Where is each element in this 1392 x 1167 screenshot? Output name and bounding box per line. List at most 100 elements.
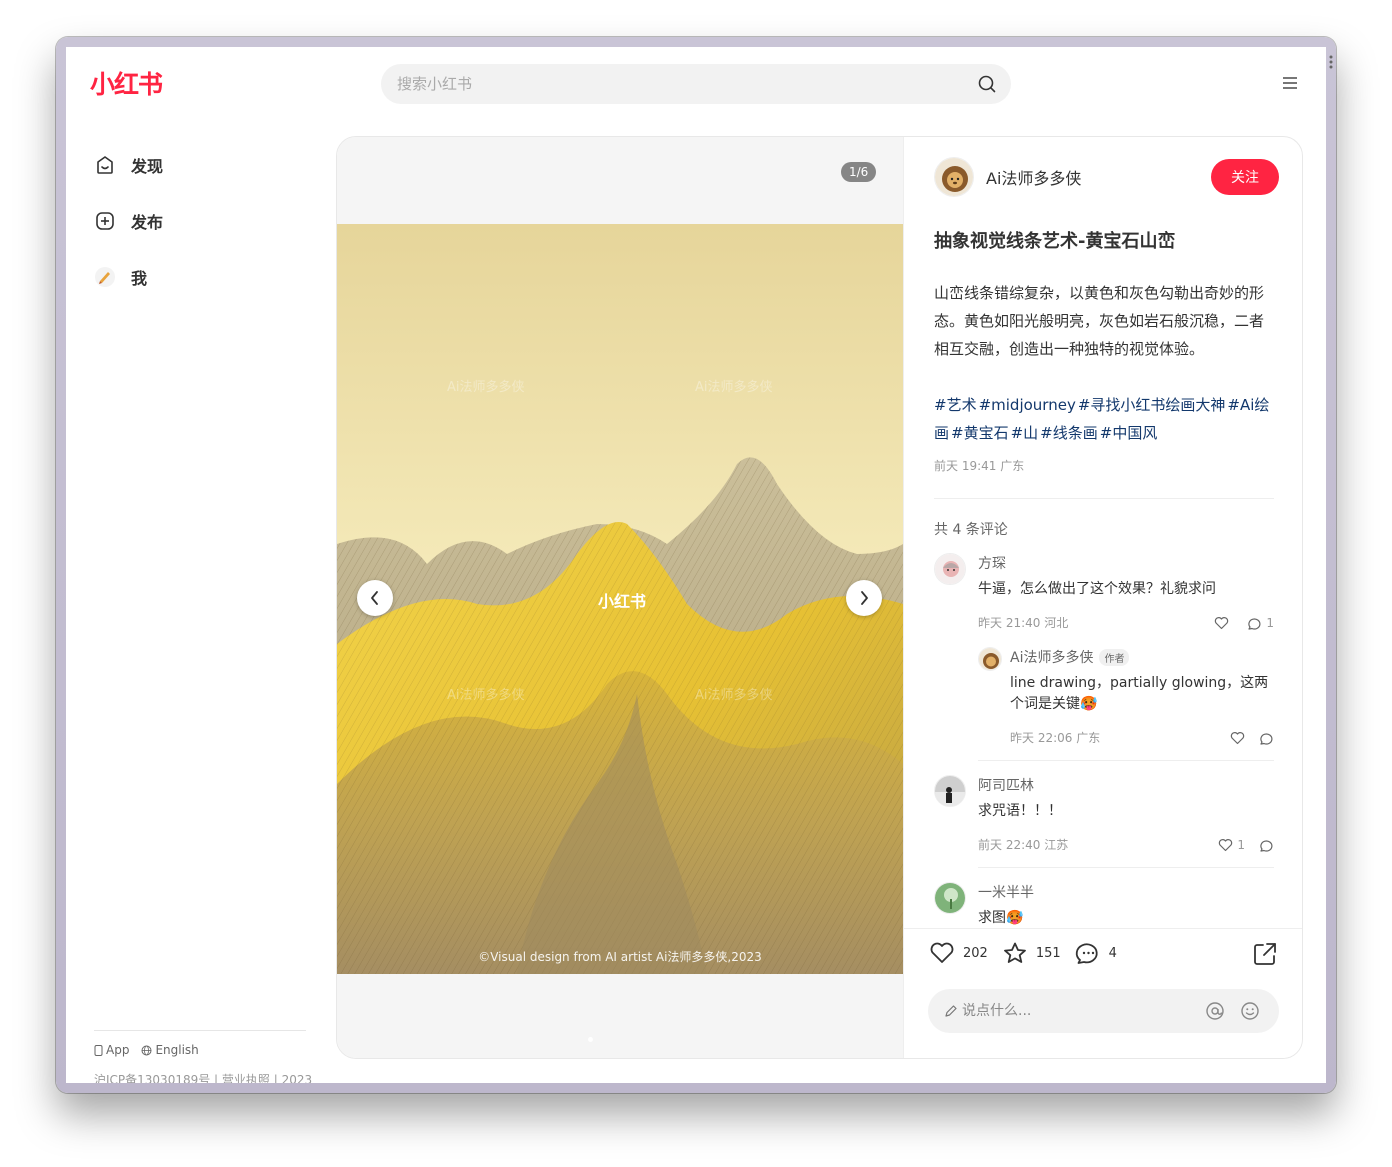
reply-reply-button[interactable] [1259, 731, 1274, 745]
chevron-left-icon [371, 591, 378, 605]
comment-separator [978, 760, 1274, 761]
sidebar-item-discover[interactable]: 发现 [93, 137, 323, 193]
commenter-avatar[interactable] [934, 553, 966, 585]
search-input[interactable] [397, 64, 957, 104]
follow-button[interactable]: 关注 [1211, 159, 1279, 195]
comment-item: 阿司匹林 求咒语！！！ 前天 22:40 江苏 1 [934, 775, 1274, 868]
comment-item: 一米半半 求图🥵 [934, 882, 1274, 927]
plus-square-icon [93, 209, 117, 233]
image-logo-watermark: 小红书 [598, 592, 647, 611]
carousel-dot[interactable] [588, 1037, 593, 1042]
comment-time: 昨天 21:40 河北 [978, 616, 1069, 630]
author-name[interactable]: Ai法师多多侠 [986, 165, 1081, 189]
heart-icon [1215, 616, 1229, 629]
chat-bubble-icon [1075, 943, 1098, 964]
comment-like-button[interactable] [1214, 616, 1233, 630]
author-badge: 作者 [1099, 649, 1130, 666]
sidebar-item-me[interactable]: 我 [93, 249, 323, 305]
app-logo[interactable]: 小红书 [90, 65, 163, 101]
avatar-icon [93, 265, 117, 289]
icp-license[interactable]: 沪ICP备13030189号 | 营业执照 | 2023 [94, 1071, 312, 1083]
language-label: English [155, 1043, 199, 1057]
chevron-right-icon [861, 591, 868, 605]
share-icon[interactable] [1252, 941, 1278, 967]
language-switch[interactable]: English [141, 1043, 199, 1057]
image-copyright: ©Visual design from AI artist Ai法师多多侠,20… [478, 950, 762, 964]
comment-reply-button[interactable] [1259, 838, 1274, 852]
comments-count: 4 [1108, 945, 1117, 961]
note-title: 抽象视觉线条艺术-黄宝石山峦 [934, 231, 1176, 252]
note-tags: #艺术 #midjourney #寻找小红书绘画大神 #Ai绘画 #黄宝石 #山 #线条画 #… [934, 391, 1274, 447]
app-download-link[interactable]: App [94, 1043, 129, 1057]
heart-icon [1230, 731, 1245, 744]
tag-link[interactable]: #中国风 [1100, 424, 1158, 442]
comment-text: 求咒语！！！ [978, 803, 1062, 819]
pencil-icon [945, 1005, 957, 1017]
search-bar[interactable] [381, 64, 1011, 104]
reply-like-button[interactable] [1230, 731, 1245, 745]
tag-link[interactable]: #线条画 [1040, 424, 1098, 442]
commenter-avatar[interactable] [934, 882, 966, 914]
media-carousel: 1/6 Ai法师多多侠 Ai法师多多侠 Ai法师多多侠 Ai法师多多侠 小红书 … [337, 137, 903, 1058]
home-icon [93, 153, 117, 177]
replier-avatar[interactable] [978, 647, 1002, 671]
commenter-name[interactable]: 一米半半 [978, 882, 1274, 902]
comment-text: 求图🥵 [978, 910, 1024, 926]
hamburger-menu-icon[interactable] [1281, 74, 1299, 92]
sidebar-footer: App English 沪ICP备13030189号 | 营业执照 | 2023 [94, 1030, 312, 1083]
sidebar-item-label: 我 [131, 269, 148, 288]
chat-bubble-icon [1248, 617, 1261, 630]
replier-name[interactable]: Ai法师多多侠 [1010, 650, 1093, 666]
chat-bubble-icon [1260, 732, 1273, 745]
interaction-bar: 202 151 4 [904, 928, 1302, 1058]
collect-button[interactable]: 151 [1002, 941, 1061, 965]
heart-icon [930, 942, 954, 963]
star-icon [1003, 942, 1026, 963]
note-detail-panel: Ai法师多多侠 关注 抽象视觉线条艺术-黄宝石山峦 山峦线条错综复杂，以黄色和灰… [903, 137, 1302, 1058]
at-mention-icon[interactable] [1205, 1001, 1225, 1021]
note-image[interactable]: Ai法师多多侠 Ai法师多多侠 Ai法师多多侠 Ai法师多多侠 小红书 ©Vis… [337, 224, 903, 974]
reply-item: Ai法师多多侠 作者 line drawing，partially glowing… [978, 647, 1274, 746]
divider [934, 498, 1274, 499]
app-link-label: App [106, 1043, 130, 1057]
comment-item: 方琛 牛逼，怎么做出了这个效果？礼貌求问 昨天 21:40 河北 1 Ai法师多… [934, 553, 1274, 761]
commenter-name[interactable]: 阿司匹林 [978, 775, 1274, 795]
tag-link[interactable]: #艺术 [934, 396, 977, 414]
note-content-scroll[interactable]: 抽象视觉线条艺术-黄宝石山峦 山峦线条错综复杂，以黄色和灰色勾勒出奇妙的形态。黄… [934, 227, 1274, 927]
next-image-button[interactable] [846, 580, 882, 616]
commenter-avatar[interactable] [934, 775, 966, 807]
tag-link[interactable]: #midjourney [979, 396, 1076, 414]
phone-icon [94, 1044, 103, 1056]
browser-window: 小红书 发现 发布 我 App [66, 47, 1326, 1083]
sidebar-item-label: 发布 [131, 213, 164, 232]
comment-separator [978, 867, 1274, 868]
sidebar-item-publish[interactable]: 发布 [93, 193, 323, 249]
comment-like-count: 1 [1237, 837, 1245, 852]
comments-button[interactable]: 4 [1075, 941, 1117, 965]
comment-time: 前天 22:40 江苏 [978, 838, 1069, 852]
previous-image-button[interactable] [357, 580, 393, 616]
emoji-icon[interactable] [1240, 1001, 1260, 1021]
comment-reply-count: 1 [1266, 615, 1274, 630]
tag-link[interactable]: #山 [1011, 424, 1039, 442]
like-button[interactable]: 202 [929, 941, 988, 965]
reply-text: line drawing，partially glowing，这两个词是关键🥵 [1010, 675, 1269, 712]
image-counter: 1/6 [841, 162, 877, 182]
tag-link[interactable]: #黄宝石 [951, 424, 1009, 442]
commenter-name[interactable]: 方琛 [978, 553, 1274, 573]
author-avatar[interactable] [934, 157, 974, 197]
author-info[interactable]: Ai法师多多侠 [934, 157, 1081, 197]
comment-input-box[interactable] [928, 989, 1279, 1033]
note-description: 山峦线条错综复杂，以黄色和灰色勾勒出奇妙的形态。黄色如阳光般明亮，灰色如岩石般沉… [934, 284, 1265, 358]
heart-icon [1219, 838, 1233, 851]
comment-like-button[interactable]: 1 [1218, 838, 1245, 852]
image-watermark: Ai法师多多侠 [695, 688, 773, 703]
reply-time: 昨天 22:06 广东 [1010, 731, 1101, 745]
chat-bubble-icon [1260, 839, 1273, 852]
tag-link[interactable]: #寻找小红书绘画大神 [1078, 396, 1226, 414]
note-date: 前天 19:41 广东 [934, 459, 1025, 473]
search-icon[interactable] [977, 74, 997, 94]
comment-text: 牛逼，怎么做出了这个效果？礼貌求问 [978, 581, 1216, 597]
comment-reply-button[interactable]: 1 [1247, 616, 1274, 630]
comment-input[interactable] [962, 989, 1192, 1033]
